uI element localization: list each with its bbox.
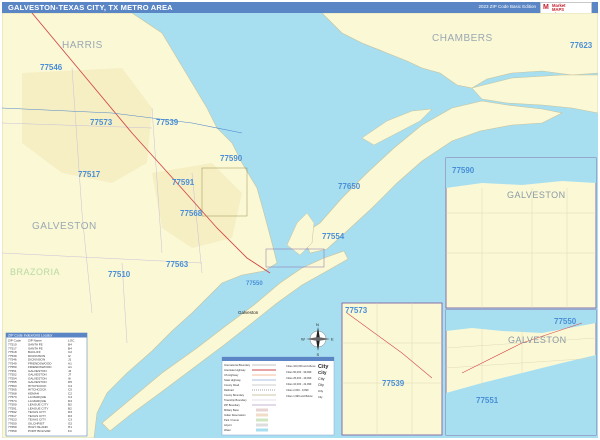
legend-city-item-1: Cities 50,000 - 99,999 [286, 370, 312, 374]
county-label-chambers: CHAMBERS [432, 33, 493, 44]
compass-e: E [331, 337, 334, 342]
map-svg[interactable]: HARRIS CHAMBERS GALVESTON BRAZORIA 77546… [2, 13, 598, 438]
inset-east-county: GALVESTON [507, 190, 566, 200]
compass-n: N [316, 322, 319, 327]
zip-table-title: ZIP Code Index/Grid Locator [8, 334, 53, 338]
legend-item-8: ZIP Boundary [224, 403, 241, 407]
zip-label-77554: 77554 [322, 232, 345, 241]
zip-label-77510: 77510 [108, 270, 131, 279]
zip-label-77517: 77517 [78, 170, 101, 179]
inset-south-zip-bottom: 77551 [476, 396, 499, 405]
inset-south-zip-top: 77550 [554, 317, 577, 326]
county-label-harris: HARRIS [62, 40, 103, 51]
map-title: GALVESTON-TEXAS CITY, TX METRO AREA [8, 3, 173, 12]
legend-item-2: US Highway [224, 373, 239, 377]
zip-label-77650: 77650 [338, 182, 361, 191]
zip-label-77591: 77591 [172, 178, 195, 187]
zip-label-77539: 77539 [156, 118, 179, 127]
zip-label-77573: 77573 [90, 118, 113, 127]
zip-label-77546: 77546 [40, 63, 63, 72]
city-label-galveston: Galveston [238, 310, 259, 315]
inset-middle[interactable]: 77573 77539 [341, 302, 443, 436]
legend-city-item-4: Cities 2,000 - 9,999 [286, 388, 309, 392]
inset-south[interactable]: 77550 GALVESTON 77551 [445, 309, 597, 436]
zip-label-77590: 77590 [220, 154, 243, 163]
legend-item-12: Airport [224, 423, 232, 427]
legend-city-sample-2: City [318, 377, 325, 381]
legend-city-item-2: Cities 25,000 - 49,999 [286, 376, 312, 380]
zip-label-77623: 77623 [570, 41, 593, 50]
zip-table-cell: PORT BOLIVAR [28, 429, 51, 433]
inset-east[interactable]: 77590 GALVESTON [445, 157, 597, 309]
compass-w: W [301, 337, 305, 342]
legend-city-item-0: Cities 100,000 and Above [286, 364, 316, 368]
legend-item-9: Military Base [224, 408, 239, 412]
legend-item-7: Township Boundary [224, 398, 247, 402]
legend-city-sample-5: City [318, 395, 323, 399]
legend-city-item-3: Cities 10,000 - 24,999 [286, 382, 312, 386]
edition-label: 2023 ZIP Code Basic Edition [478, 4, 536, 9]
inset-east-zip: 77590 [452, 166, 475, 175]
legend-item-6: County Boundary [224, 393, 245, 397]
zip-index-table: ZIP Code Index/Grid Locator ZIP Code ZIP… [5, 332, 88, 437]
legend-city-sample-3: City [318, 383, 324, 387]
legend-city-sample-1: City [318, 370, 327, 375]
map-frame: GALVESTON-TEXAS CITY, TX METRO AREA 2023… [0, 0, 600, 440]
zip-label-77563: 77563 [166, 260, 189, 269]
county-label-brazoria: BRAZORIA [10, 267, 60, 277]
map-canvas[interactable]: HARRIS CHAMBERS GALVESTON BRAZORIA 77546… [2, 13, 598, 438]
legend-item-11: Park / Forest [224, 418, 239, 422]
compass-s: S [317, 352, 320, 357]
legend-item-10: Indian Reservation [224, 413, 246, 417]
title-bar: GALVESTON-TEXAS CITY, TX METRO AREA 2023… [2, 2, 598, 17]
legend-city-sample-4: City [318, 389, 324, 393]
legend-item-4: County Road [224, 383, 240, 387]
zip-table-cell: 77650 [8, 429, 17, 433]
legend-item-3: State Highway [224, 378, 241, 382]
zip-label-77550-island: 77550 [246, 281, 263, 287]
logo-mark: M [543, 4, 549, 11]
county-label-galveston: GALVESTON [32, 221, 97, 232]
inset-middle-zip-bottom: 77539 [382, 379, 405, 388]
inset-south-county: GALVESTON [508, 335, 567, 345]
legend-item-1: Interstate Highway [224, 368, 246, 372]
inset-middle-zip-top: 77573 [345, 306, 368, 315]
zip-label-77568: 77568 [180, 209, 203, 218]
legend-item-0: International Boundary [224, 363, 251, 367]
legend-item-5: Railroad [224, 388, 234, 392]
zip-table-cell: F4 [68, 429, 72, 433]
legend-item-13: Water [224, 428, 231, 432]
legend-city-item-5: Cities 1,999 and Below [286, 394, 313, 398]
map-legend: International Boundary Interstate Highwa… [221, 356, 335, 436]
